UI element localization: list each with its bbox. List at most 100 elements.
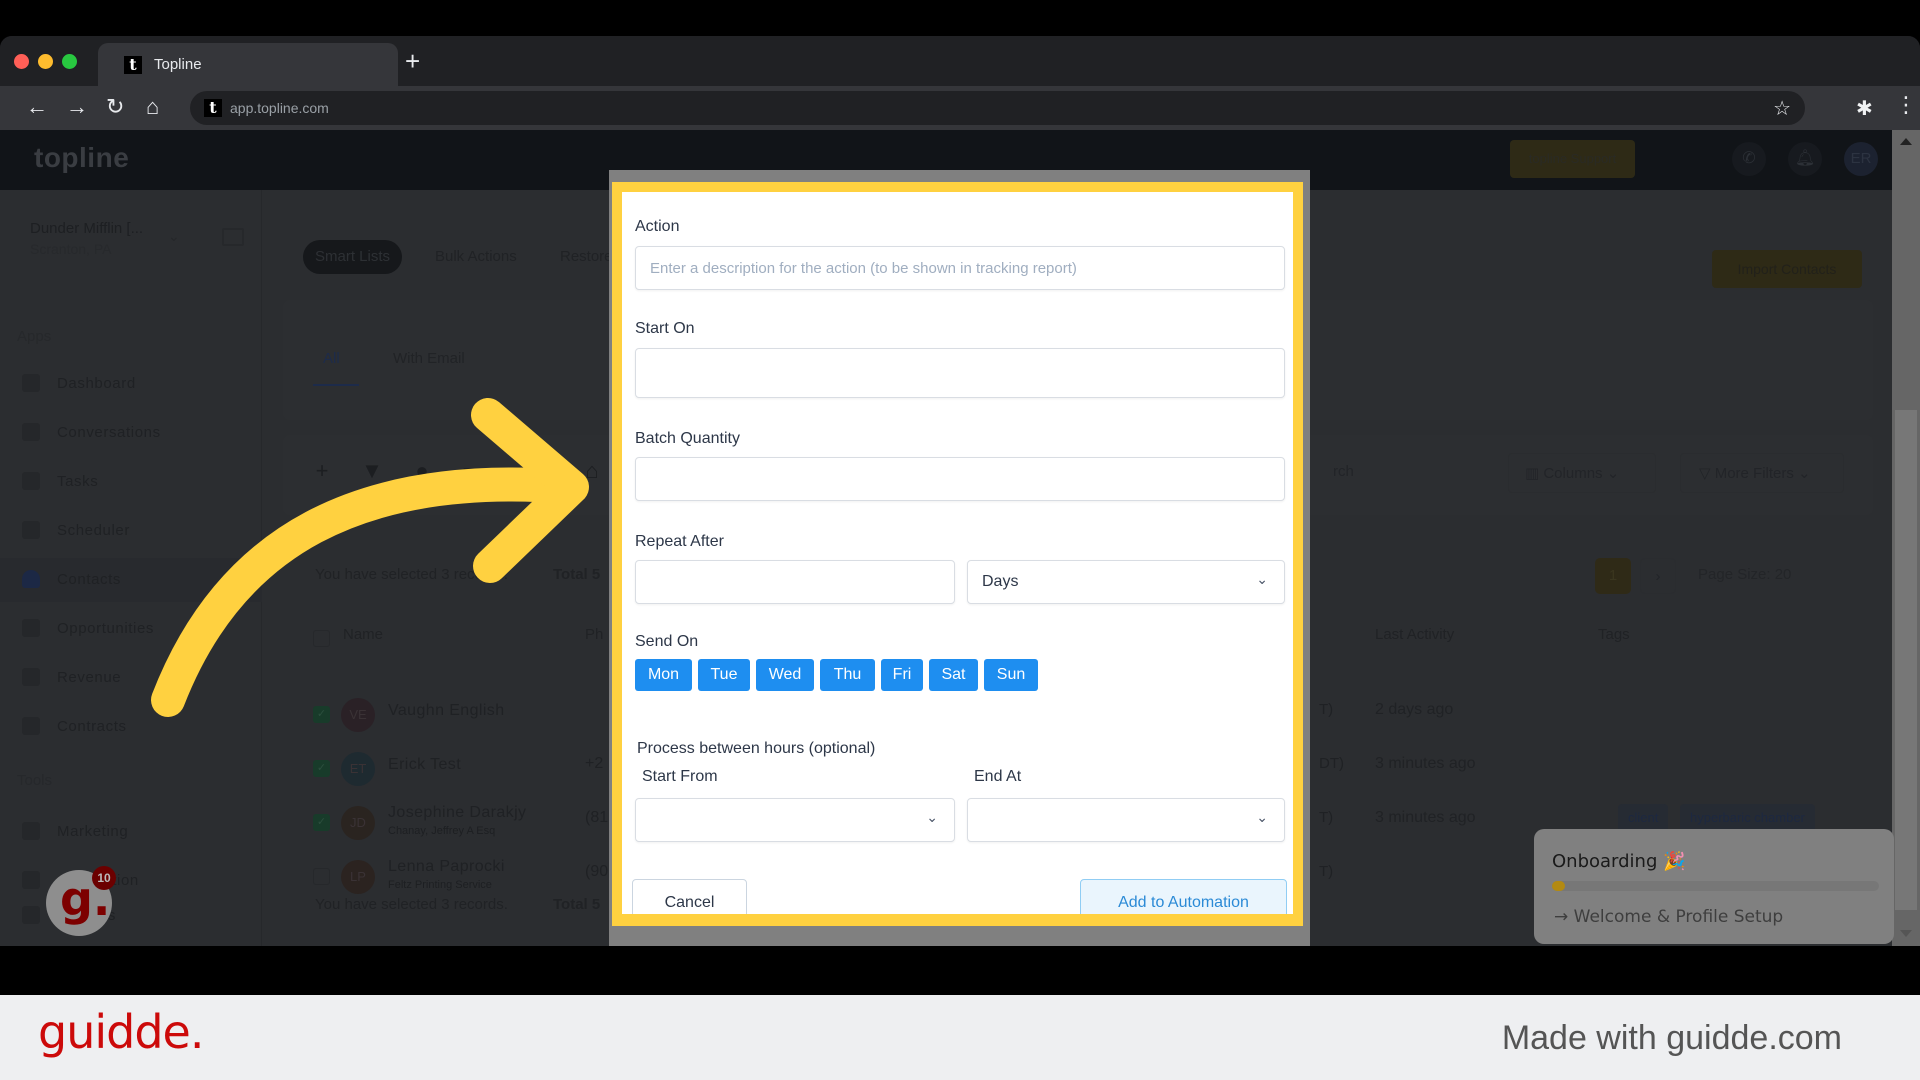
browser-window: t Topline + ← → ↻ ⌂ t app.topline.com ☆ … [0,36,1920,946]
column-header-last-activity[interactable]: Last Activity [1375,626,1454,643]
repeat-unit-select[interactable]: Days ⌄ [967,560,1285,604]
reload-icon[interactable]: ↻ [106,94,124,120]
minimize-window-button[interactable] [38,54,53,69]
card-icon [22,668,40,686]
account-switcher[interactable]: Dunder Mifflin [... Scranton, PA ⌄ [18,210,206,270]
row-checkbox[interactable]: ✓ [313,814,330,831]
sidebar-item-scheduler[interactable]: Scheduler [0,509,262,553]
tab-title: Topline [154,56,202,73]
sidebar-item-contacts[interactable]: Contacts [0,558,262,602]
day-toggle-thu[interactable]: Thu [820,659,875,691]
contact-name[interactable]: Lenna Paprocki [388,858,505,876]
column-header-name[interactable]: Name [343,626,383,643]
day-toggle-wed[interactable]: Wed [756,659,814,691]
column-header-tags: Tags [1598,626,1630,643]
page-1-button[interactable]: 1 [1595,558,1631,594]
contact-avatar: JD [341,806,375,840]
browser-tab[interactable]: t Topline [98,43,398,86]
home-icon[interactable]: ⌂ [146,94,159,120]
arrow-right-icon[interactable]: → [66,94,88,120]
bell-icon[interactable]: 🔔︎ [1788,142,1822,176]
page-scrollbar[interactable] [1892,130,1920,946]
total-count-bottom: Total 5 [553,896,601,913]
arrow-left-icon[interactable]: ← [26,94,48,120]
url-text[interactable]: app.topline.com [230,100,329,116]
repeat-after-input[interactable] [635,560,955,604]
contact-name[interactable]: Vaughn English [388,702,505,720]
filter-icon[interactable]: ▼ [353,453,391,489]
sidebar-item-label: Contracts [57,718,127,735]
puzzle-icon[interactable]: ✱ [1856,96,1873,121]
sidebar-item-contracts[interactable]: Contracts [0,705,262,749]
robot-icon[interactable]: ● [403,453,441,489]
scroll-up-icon[interactable] [1900,138,1912,145]
sidebar-item-settings[interactable]: Settings [0,894,262,938]
close-window-button[interactable] [14,54,29,69]
dashboard-icon [22,374,40,392]
guidde-footer: guidde. Made with guidde.com [0,995,1920,1080]
sidebar-item-opportunities[interactable]: Opportunities [0,607,262,651]
day-toggle-mon[interactable]: Mon [635,659,692,691]
start-on-input[interactable] [635,348,1285,398]
row-checkbox[interactable]: ✓ [313,706,330,723]
address-bar[interactable]: t app.topline.com ☆ [190,91,1805,125]
action-input[interactable] [635,246,1285,290]
search-input[interactable]: rch [1333,463,1354,480]
phone-icon[interactable]: ✆ [1732,142,1766,176]
contact-tag[interactable]: client [1618,804,1669,832]
column-header-phone[interactable]: Ph [585,626,603,643]
active-tab-indicator [313,384,359,386]
tag-add-icon[interactable]: ⌂ [573,453,611,489]
contact-phone: (90 [585,863,609,880]
chevron-down-icon: ⌄ [168,228,180,244]
onboarding-widget[interactable]: Onboarding 🎉 → Welcome & Profile Setup [1534,829,1894,944]
add-icon[interactable]: + [303,453,341,489]
day-toggle-fri[interactable]: Fri [881,659,923,691]
contact-last-activity: 3 minutes ago [1375,809,1476,826]
user-avatar[interactable]: ER [1844,142,1878,176]
row-checkbox[interactable]: ✓ [313,760,330,777]
batch-quantity-input[interactable] [635,457,1285,501]
contact-tag[interactable]: hyperbaric chamber [1680,804,1815,832]
sidebar-item-label: Dashboard [57,375,136,392]
tab-all[interactable]: All [323,350,340,367]
day-toggle-sat[interactable]: Sat [929,659,978,691]
day-toggle-sun[interactable]: Sun [984,659,1038,691]
chevron-down-icon: ⌄ [1256,571,1268,587]
sidebar-item-revenue[interactable]: Revenue [0,656,262,700]
contact-name[interactable]: Erick Test [388,756,461,774]
sidebar-item-conversations[interactable]: Conversations [0,411,262,455]
columns-button[interactable]: ▥ Columns ⌄ [1508,453,1656,493]
end-at-select[interactable]: ⌄ [967,798,1285,842]
contact-avatar: VE [341,698,375,732]
support-button[interactable]: topline Support [1510,140,1635,178]
star-icon[interactable]: ☆ [1773,96,1791,121]
scrollbar-thumb[interactable] [1895,410,1917,910]
more-filters-button[interactable]: ▽ More Filters ⌄ [1680,453,1844,493]
page-size-select[interactable]: Page Size: 20 [1698,566,1791,583]
cancel-button[interactable]: Cancel [632,879,747,914]
next-page-button[interactable]: › [1640,558,1676,594]
import-contacts-button[interactable]: Import Contacts [1712,250,1862,288]
select-all-checkbox[interactable] [313,630,330,647]
sidebar-toggle-icon[interactable] [222,228,244,246]
sidebar-item-dashboard[interactable]: Dashboard [0,362,262,406]
add-to-automation-button[interactable]: Add to Automation [1080,879,1287,914]
contact-name[interactable]: Josephine Darakjy [388,804,526,822]
onboarding-step-link[interactable]: → Welcome & Profile Setup [1554,907,1783,927]
guidde-bubble[interactable]: g. 10 [46,866,116,936]
maximize-window-button[interactable] [62,54,77,69]
row-checkbox[interactable] [313,868,330,885]
kebab-icon[interactable]: ⋮ [1895,92,1917,118]
new-tab-button[interactable]: + [405,48,420,74]
scroll-down-icon[interactable] [1900,930,1912,937]
person-icon [22,570,40,588]
message-icon[interactable]: ▭ [453,453,491,489]
sidebar-item-tasks[interactable]: Tasks [0,460,262,504]
start-from-select[interactable]: ⌄ [635,798,955,842]
tab-smart-lists[interactable]: Smart Lists [303,240,403,274]
day-toggle-tue[interactable]: Tue [698,659,750,691]
sidebar-item-marketing[interactable]: Marketing [0,810,262,854]
tab-with-email[interactable]: With Email [393,350,465,367]
tab-bulk-actions[interactable]: Bulk Actions [423,240,529,274]
